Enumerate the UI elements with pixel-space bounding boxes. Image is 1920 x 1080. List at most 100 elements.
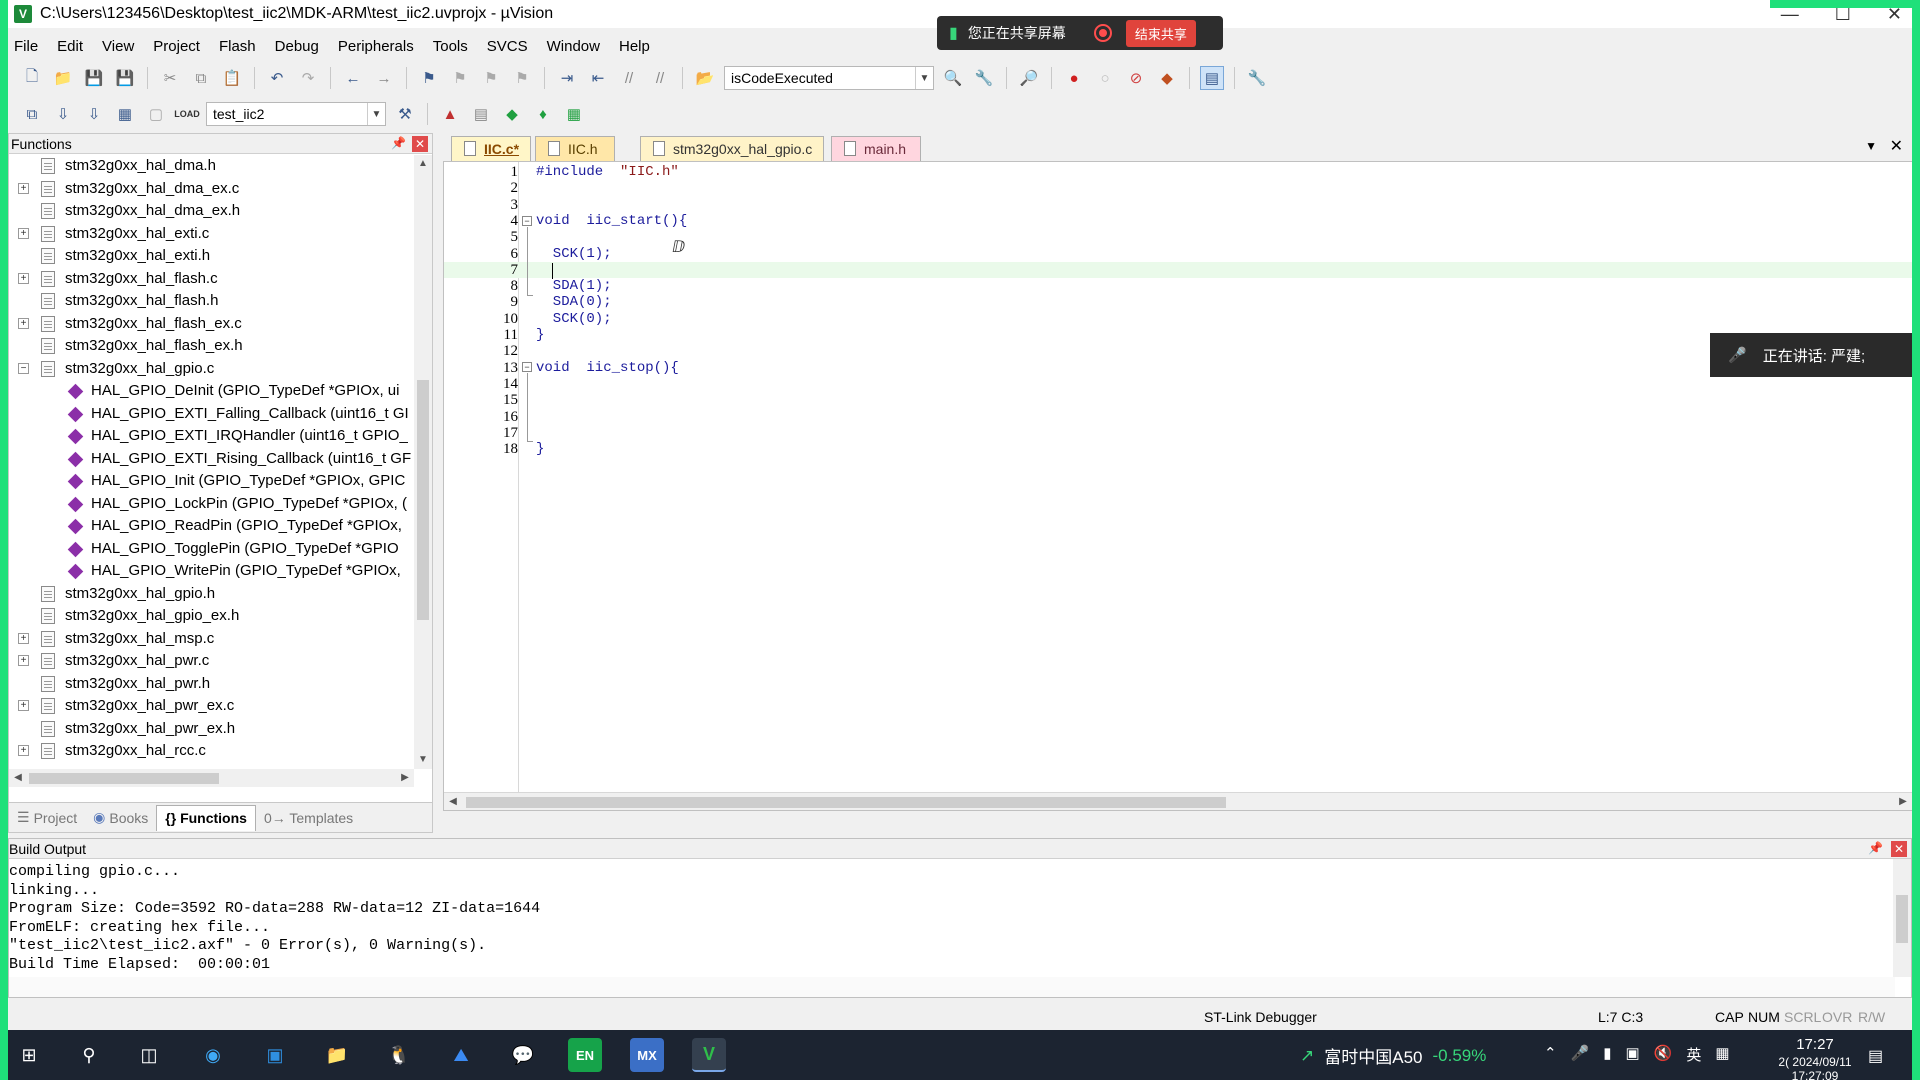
comment-icon[interactable]: //: [617, 66, 641, 90]
menu-svcs[interactable]: SVCS: [487, 38, 528, 55]
close-tab-icon[interactable]: ✕: [1890, 136, 1903, 156]
window-layout-icon[interactable]: ▤: [1200, 66, 1224, 90]
expand-icon[interactable]: +: [18, 632, 29, 644]
expand-icon[interactable]: +: [18, 272, 29, 284]
code-line[interactable]: 2: [444, 180, 1912, 196]
code-line[interactable]: 5: [444, 229, 1912, 245]
save-icon[interactable]: 💾: [82, 66, 106, 90]
debug-session-icon[interactable]: 🔎: [1017, 66, 1041, 90]
code-line[interactable]: 18}: [444, 441, 1912, 457]
code-line[interactable]: 3: [444, 197, 1912, 213]
file-item[interactable]: stm32g0xx_hal_flash_ex.h: [9, 335, 414, 358]
menu-help[interactable]: Help: [619, 38, 650, 55]
file-item[interactable]: stm32g0xx_hal_exti.h: [9, 245, 414, 268]
network-icon[interactable]: ▣: [1626, 1044, 1640, 1065]
menu-peripherals[interactable]: Peripherals: [338, 38, 414, 55]
file-item[interactable]: stm32g0xx_hal_flash.h: [9, 290, 414, 313]
bookmark-icon[interactable]: ⚑: [417, 66, 441, 90]
stock-widget[interactable]: ↗ 富时中国A50 -0.59%: [1300, 1043, 1486, 1068]
menu-project[interactable]: Project: [153, 38, 200, 55]
app-window-icon[interactable]: ▣: [258, 1038, 292, 1072]
select-software-packs-icon[interactable]: ♦: [531, 102, 555, 126]
file-item[interactable]: + stm32g0xx_hal_flash_ex.c: [9, 313, 414, 336]
file-item[interactable]: stm32g0xx_hal_dma_ex.h: [9, 200, 414, 223]
function-item[interactable]: HAL_GPIO_ReadPin (GPIO_TypeDef *GPIOx,: [9, 515, 414, 538]
expand-icon[interactable]: +: [18, 745, 29, 756]
target-select[interactable]: test_iic2 ▼: [206, 102, 386, 126]
scroll-thumb[interactable]: [466, 797, 1226, 808]
record-icon[interactable]: [1093, 24, 1112, 42]
edge-browser-icon[interactable]: ◉: [196, 1038, 230, 1072]
expand-icon[interactable]: +: [18, 182, 29, 194]
navigate-forward-icon[interactable]: →: [372, 66, 396, 90]
functions-horizontal-scrollbar[interactable]: ◀ ▶: [9, 769, 414, 787]
tab-list-dropdown-icon[interactable]: ▼: [1865, 139, 1877, 153]
menu-window[interactable]: Window: [547, 38, 600, 55]
expand-icon[interactable]: +: [18, 700, 29, 711]
scroll-left-icon[interactable]: ◀: [444, 793, 462, 811]
function-item[interactable]: HAL_GPIO_EXTI_Rising_Callback (uint16_t …: [9, 448, 414, 471]
function-item[interactable]: HAL_GPIO_EXTI_Falling_Callback (uint16_t…: [9, 403, 414, 426]
file-item[interactable]: stm32g0xx_hal_pwr.h: [9, 673, 414, 696]
file-item[interactable]: + stm32g0xx_hal_dma_ex.c: [9, 178, 414, 201]
manage-project-items-icon[interactable]: ▲: [438, 102, 462, 126]
incremental-find-icon[interactable]: 🔧: [972, 66, 996, 90]
expand-icon[interactable]: +: [18, 655, 29, 666]
scroll-left-icon[interactable]: ◀: [9, 769, 27, 787]
code-line[interactable]: 4 void iic_start(){: [444, 213, 1912, 229]
tab-main-h[interactable]: main.h: [831, 136, 921, 161]
expand-icon[interactable]: +: [18, 227, 29, 239]
close-icon[interactable]: ✕: [1891, 841, 1907, 857]
disable-breakpoint-icon[interactable]: ○: [1093, 66, 1117, 90]
find-icon[interactable]: 🔍: [941, 66, 965, 90]
close-icon[interactable]: ✕: [412, 136, 428, 152]
function-item[interactable]: HAL_GPIO_WritePin (GPIO_TypeDef *GPIOx,: [9, 560, 414, 583]
wechat-icon[interactable]: 💬: [506, 1038, 540, 1072]
rebuild-icon[interactable]: ⇩: [82, 102, 106, 126]
navigate-back-icon[interactable]: ←: [341, 66, 365, 90]
scroll-thumb[interactable]: [29, 773, 219, 784]
configure-wrench-icon[interactable]: 🔧: [1245, 66, 1269, 90]
search-icon[interactable]: ⚲: [72, 1038, 106, 1072]
manage-run-time-env-icon[interactable]: ◆: [500, 102, 524, 126]
next-bookmark-icon[interactable]: ⚑: [479, 66, 503, 90]
function-item[interactable]: HAL_GPIO_Init (GPIO_TypeDef *GPIOx, GPIC: [9, 470, 414, 493]
tab-functions[interactable]: {} Functions: [156, 804, 256, 831]
fold-toggle-iic-start[interactable]: −: [522, 216, 532, 226]
save-all-icon[interactable]: 💾: [113, 66, 137, 90]
code-line[interactable]: 17: [444, 425, 1912, 441]
download-load-icon[interactable]: LOAD: [174, 102, 200, 126]
unindent-icon[interactable]: ⇤: [586, 66, 610, 90]
end-share-button[interactable]: 结束共享: [1125, 19, 1196, 47]
collapse-icon[interactable]: −: [18, 362, 29, 374]
file-item[interactable]: + stm32g0xx_hal_pwr_ex.c: [9, 695, 414, 718]
file-item[interactable]: − stm32g0xx_hal_gpio.c: [9, 358, 414, 381]
file-item[interactable]: stm32g0xx_hal_dma.h: [9, 155, 414, 178]
menu-tools[interactable]: Tools: [433, 38, 468, 55]
kill-all-breakpoints-icon[interactable]: ◆: [1155, 66, 1179, 90]
menu-file[interactable]: File: [14, 38, 38, 55]
battery-icon[interactable]: ▮: [1603, 1044, 1611, 1065]
code-line[interactable]: 15: [444, 392, 1912, 408]
editor-horizontal-scrollbar[interactable]: ◀ ▶: [444, 792, 1912, 810]
file-item[interactable]: + stm32g0xx_hal_flash.c: [9, 268, 414, 291]
tab-stm32g0xx-hal-gpio-c[interactable]: stm32g0xx_hal_gpio.c: [640, 136, 824, 161]
scroll-thumb[interactable]: [1896, 895, 1908, 943]
prev-bookmark-icon[interactable]: ⚑: [448, 66, 472, 90]
code-line[interactable]: 8 SDA(1);: [444, 278, 1912, 294]
menu-view[interactable]: View: [102, 38, 134, 55]
qq-penguin-icon[interactable]: 🐧: [382, 1038, 416, 1072]
code-editor[interactable]: 1 #include "IIC.h" 2 3 4 void iic_start(){5 6 …: [443, 161, 1913, 811]
copy-icon[interactable]: ⧉: [189, 66, 213, 90]
find-combo[interactable]: isCodeExecuted ▼: [724, 66, 934, 90]
scroll-right-icon[interactable]: ▶: [1894, 793, 1912, 811]
code-line[interactable]: 10 SCK(0);: [444, 311, 1912, 327]
code-line[interactable]: 16: [444, 409, 1912, 425]
undo-icon[interactable]: ↶: [265, 66, 289, 90]
stm32cubemx-icon[interactable]: MX: [630, 1038, 664, 1072]
tray-expand-icon[interactable]: ⌃: [1544, 1044, 1557, 1065]
file-item[interactable]: + stm32g0xx_hal_rcc.c: [9, 740, 414, 763]
code-line[interactable]: 11}: [444, 327, 1912, 343]
code-line[interactable]: 1 #include "IIC.h": [444, 164, 1912, 180]
breakpoint-icon[interactable]: ●: [1062, 66, 1086, 90]
